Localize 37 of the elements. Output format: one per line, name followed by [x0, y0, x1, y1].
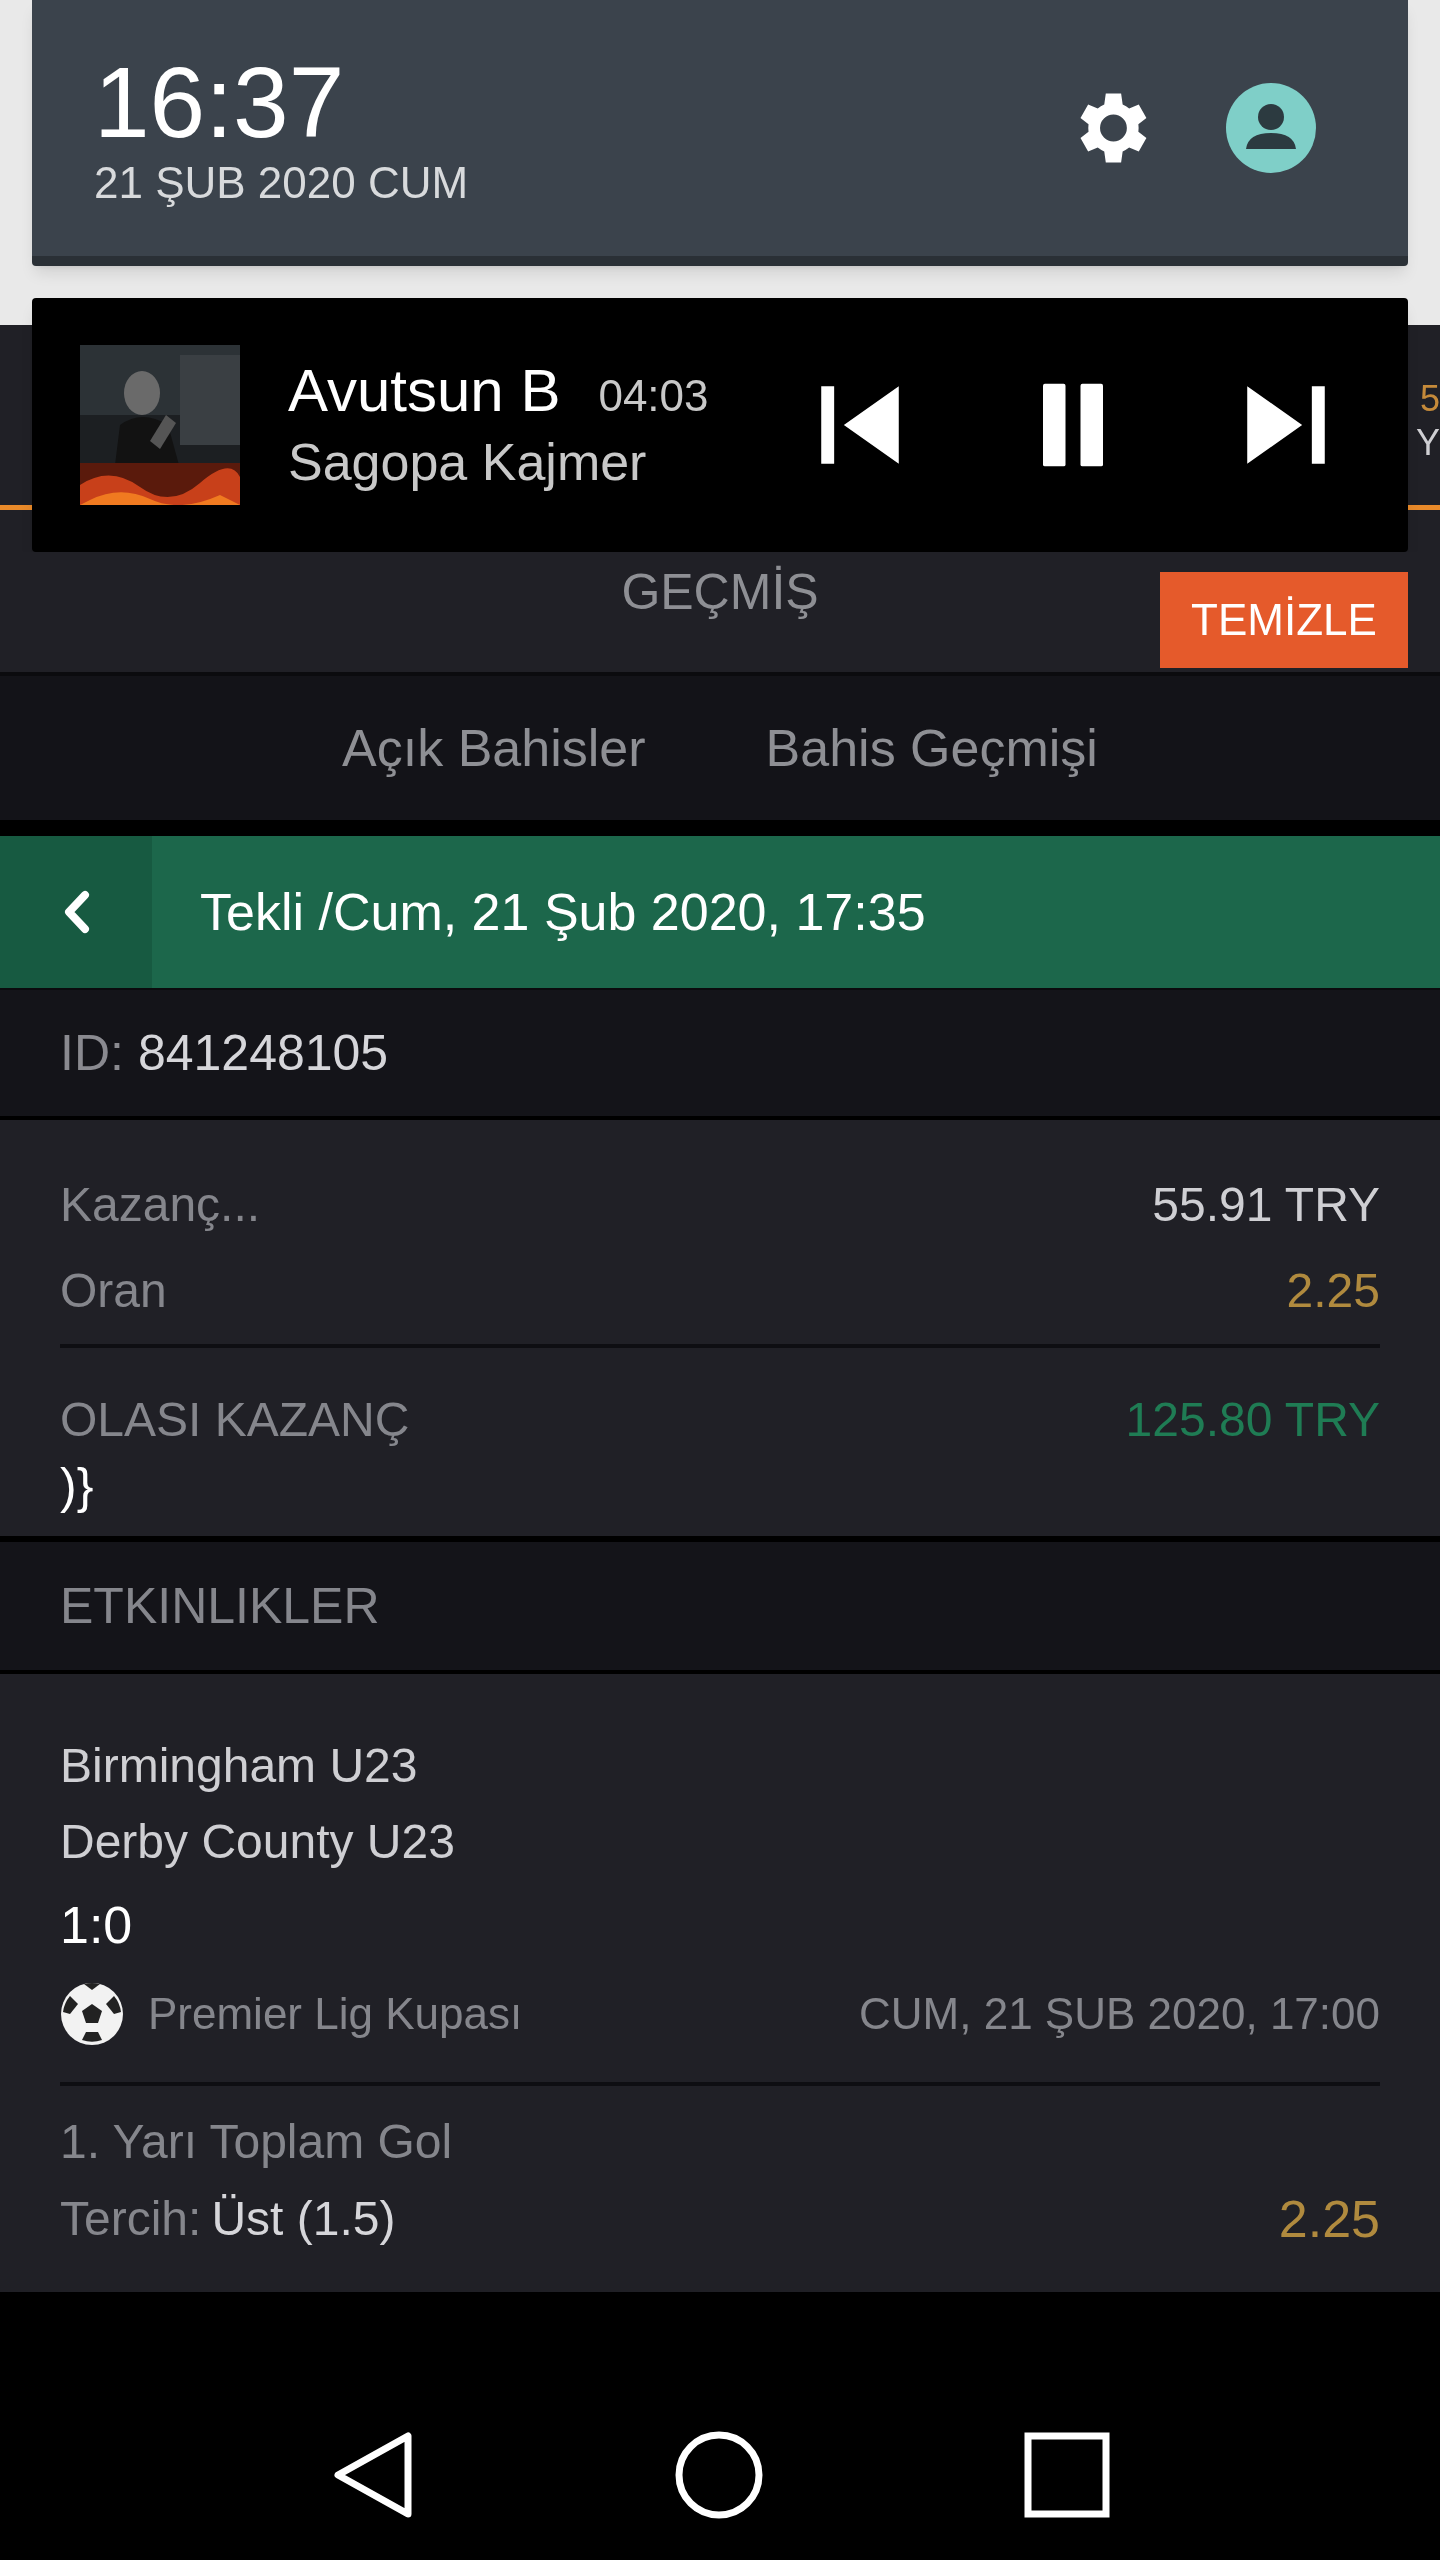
detail-value: 55.91 TRY: [1152, 1177, 1380, 1233]
page-title: GEÇMİŞ: [621, 562, 819, 622]
clear-button[interactable]: TEMİZLE: [1160, 572, 1408, 668]
team-name: Birmingham U23: [60, 1738, 419, 1794]
detail-label: Oran: [60, 1263, 167, 1319]
cut-text: 5: [1419, 377, 1440, 421]
skip-previous-icon[interactable]: [818, 383, 902, 467]
score: 1:0: [60, 1895, 134, 1956]
track-title: Avutsun B: [288, 356, 561, 426]
choice-label: Tercih:: [60, 2191, 202, 2247]
section-title: ETKINLIKLER: [60, 1576, 380, 1636]
bet-title: Tekli /Cum, 21 Şub 2020, 17:35: [200, 882, 926, 943]
odds-value: 2.25: [1278, 2189, 1380, 2250]
recent-apps-icon[interactable]: [1024, 2432, 1110, 2518]
choice-value: Üst (1.5): [211, 2191, 396, 2247]
id-label: ID:: [60, 1023, 124, 1083]
team-name: Derby County U23: [60, 1814, 456, 1870]
market-name: 1. Yarı Toplam Gol: [60, 2114, 454, 2170]
cut-text: Y: [1416, 421, 1440, 465]
stray-text: )}: [60, 1457, 94, 1516]
detail-label: OLASI KAZANÇ: [60, 1392, 410, 1448]
detail-value: 2.25: [1286, 1263, 1380, 1319]
tab[interactable]: Bahis Geçmişi: [765, 709, 1098, 787]
track-duration: 04:03: [598, 370, 709, 422]
soccer-ball-icon: [60, 1982, 124, 2046]
detail-label: Kazanç...: [60, 1177, 261, 1233]
potential-win-value: 125.80 TRY: [1125, 1392, 1380, 1448]
league-name: Premier Lig Kupası: [148, 1988, 523, 2040]
tab[interactable]: Açık Bahisler: [342, 709, 646, 787]
event-date: CUM, 21 ŞUB 2020, 17:00: [859, 1988, 1380, 2040]
date-text: 21 ŞUB 2020 CUM: [94, 157, 469, 209]
user-avatar-icon[interactable]: [1226, 83, 1316, 173]
home-icon[interactable]: [674, 2430, 764, 2520]
artist-name: Sagopa Kajmer: [288, 432, 648, 493]
clock-time: 16:37: [94, 47, 346, 157]
id-value: 841248105: [137, 1023, 389, 1083]
skip-next-icon[interactable]: [1244, 383, 1328, 467]
